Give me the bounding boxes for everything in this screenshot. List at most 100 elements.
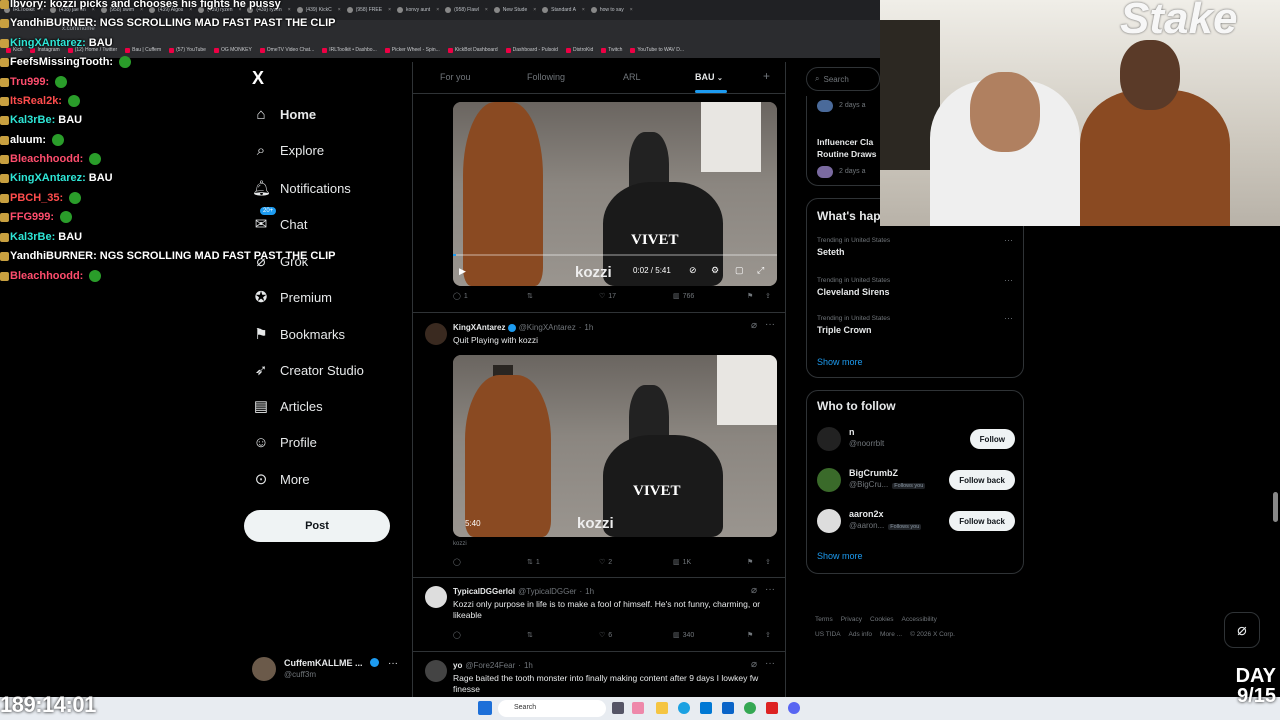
discord-icon[interactable] [788, 702, 800, 714]
bookmark-item[interactable]: OG MONKEY [213, 47, 252, 53]
news-title[interactable]: Influencer Cla Routine Draws [817, 136, 887, 160]
search-input[interactable]: ⌕ Search [806, 67, 880, 91]
browser-tab[interactable]: IRLToolkit × [4, 7, 44, 13]
post-3[interactable]: TypicalDGGerlol @TypicalDGGer · 1h ⌀ ··· Ko… [413, 578, 785, 652]
tab-bau[interactable]: BAU ⌄ [695, 72, 727, 93]
trend-item[interactable]: Trending in United States Triple Crown [817, 315, 890, 335]
fullscreen-icon[interactable]: ⤢ [757, 265, 764, 276]
follow-name[interactable]: n [849, 427, 855, 437]
repost-button[interactable]: ⇅ [527, 292, 536, 300]
taskbar-search[interactable]: Search [498, 700, 606, 717]
app-icon[interactable] [632, 702, 644, 714]
show-more-follows[interactable]: Show more [817, 551, 863, 561]
author-name[interactable]: yo [453, 661, 462, 670]
close-icon[interactable]: × [239, 7, 242, 13]
avatar[interactable] [817, 468, 841, 492]
close-icon[interactable]: × [630, 7, 633, 13]
bookmark-item[interactable]: Kick [6, 47, 22, 53]
views-button[interactable]: ▥ 340 [673, 631, 694, 640]
video-player[interactable]: VIVET kozzi 5:40 [453, 355, 777, 537]
x-logo-icon[interactable]: X [252, 68, 264, 89]
bookmark-item[interactable]: Picker Wheel - Spin... [384, 47, 440, 53]
progress-track[interactable] [453, 254, 777, 256]
bookmark-item[interactable]: Bau | Cuffem [125, 47, 161, 53]
bookmark-item[interactable]: (12) Home / Twitter [67, 47, 117, 53]
sidebar-item-chat[interactable]: ✉ Chat 20+ [252, 207, 307, 233]
sidebar-item-more[interactable]: ⊙ More [252, 470, 310, 488]
footer-link[interactable]: Accessibility [902, 616, 937, 623]
avatar[interactable] [817, 427, 841, 451]
more-dots-icon[interactable]: ··· [388, 658, 398, 669]
follow-button[interactable]: Follow [969, 429, 1015, 449]
follow-button[interactable]: Follow back [949, 511, 1015, 531]
author-handle[interactable]: @Fore24Fear [465, 661, 515, 670]
sidebar-item-articles[interactable]: ▤ Articles [252, 397, 323, 415]
pip-icon[interactable]: ▢ [735, 265, 744, 276]
more-icon[interactable]: ··· [1004, 275, 1013, 285]
follow-suggestion[interactable]: n @noorrblt Follow [817, 427, 1015, 455]
avatar[interactable] [817, 509, 841, 533]
close-icon[interactable]: × [189, 7, 192, 13]
sidebar-item-grok[interactable]: ⌀ Grok [252, 252, 308, 270]
like-button[interactable]: ♡ 17 [599, 292, 616, 301]
sidebar-item-premium[interactable]: ✪ Premium [252, 288, 332, 306]
grok-icon[interactable]: ⌀ [751, 585, 757, 596]
show-more-trends[interactable]: Show more [817, 357, 863, 367]
footer-link[interactable]: Privacy [841, 616, 862, 623]
sidebar-item-explore[interactable]: ⌕ Explore [252, 142, 324, 159]
chrome-icon[interactable] [744, 702, 756, 714]
tab-arl[interactable]: ARL [623, 72, 641, 82]
browser-url-bar[interactable]: x.com/home [0, 20, 880, 42]
follow-button[interactable]: Follow back [949, 470, 1015, 490]
footer-link[interactable]: Terms [815, 616, 833, 623]
close-icon[interactable]: × [485, 7, 488, 13]
file-explorer-icon[interactable] [656, 702, 668, 714]
footer-link[interactable]: More ... [880, 631, 902, 638]
browser-tab[interactable]: (439) ryzen × [198, 7, 241, 13]
share-button[interactable]: ⇪ [765, 292, 771, 300]
avatar[interactable] [425, 660, 447, 682]
mail-icon[interactable] [722, 702, 734, 714]
post-time[interactable]: 1h [585, 587, 594, 596]
close-icon[interactable]: × [41, 7, 44, 13]
bookmark-item[interactable]: Twitch [601, 47, 622, 53]
trend-item[interactable]: Trending in United States Cleveland Siren… [817, 277, 890, 297]
author-name[interactable]: KingXAntarez [453, 323, 505, 332]
close-icon[interactable]: × [338, 7, 341, 13]
scrollbar-thumb[interactable] [1273, 492, 1278, 522]
close-icon[interactable]: × [582, 7, 585, 13]
like-button[interactable]: ♡ 2 [599, 558, 612, 567]
author-name[interactable]: TypicalDGGerlol [453, 587, 515, 596]
browser-tab[interactable]: (439) ryzen × [247, 7, 291, 13]
footer-link[interactable]: © 2026 X Corp. [910, 631, 955, 638]
sidebar-item-profile[interactable]: ☺ Profile [252, 434, 317, 451]
post-2[interactable]: KingXAntarez @KingXAntarez · 1h ⌀ ··· Quit… [413, 313, 785, 578]
grok-button[interactable]: ⌀ [1224, 612, 1260, 648]
reply-button[interactable]: ◯ 1 [453, 292, 468, 301]
views-button[interactable]: ▥ 766 [673, 292, 694, 301]
close-icon[interactable]: × [92, 7, 95, 13]
reply-button[interactable]: ◯ [453, 558, 464, 566]
close-icon[interactable]: × [388, 7, 391, 13]
avatar[interactable] [425, 323, 447, 345]
bookmark-button[interactable]: ⚑ [747, 558, 753, 566]
footer-link[interactable]: Ads info [849, 631, 873, 638]
browser-tab[interactable]: Standard A × [542, 7, 585, 13]
follow-suggestion[interactable]: BigCrumbZ @BigCru... Follows you Follow bac… [817, 468, 1015, 496]
browser-tab[interactable]: how to say × [590, 7, 633, 13]
close-icon[interactable]: × [533, 7, 536, 13]
close-icon[interactable]: × [140, 7, 143, 13]
tab-following[interactable]: Following [527, 72, 565, 82]
settings-icon[interactable]: ⚙ [711, 265, 719, 276]
close-icon[interactable]: × [288, 7, 291, 13]
footer-link[interactable]: Cookies [870, 616, 893, 623]
bookmark-item[interactable]: Instagram [30, 47, 60, 53]
more-icon[interactable]: ··· [1004, 235, 1013, 245]
grok-icon[interactable]: ⌀ [751, 659, 757, 670]
grok-icon[interactable]: ⌀ [751, 320, 757, 331]
post-1[interactable]: VIVET kozzi ▶ 0:02 / 5:41 ⊘ ⚙ ▢ ⤢ ◯ 1 ⇅ ♡… [413, 94, 785, 313]
browser-tab[interactable]: (439) Algos × [148, 7, 192, 13]
play-icon[interactable]: ▶ [459, 266, 469, 276]
bookmark-button[interactable]: ⚑ [747, 292, 753, 300]
tab-for-you[interactable]: For you [440, 72, 471, 82]
